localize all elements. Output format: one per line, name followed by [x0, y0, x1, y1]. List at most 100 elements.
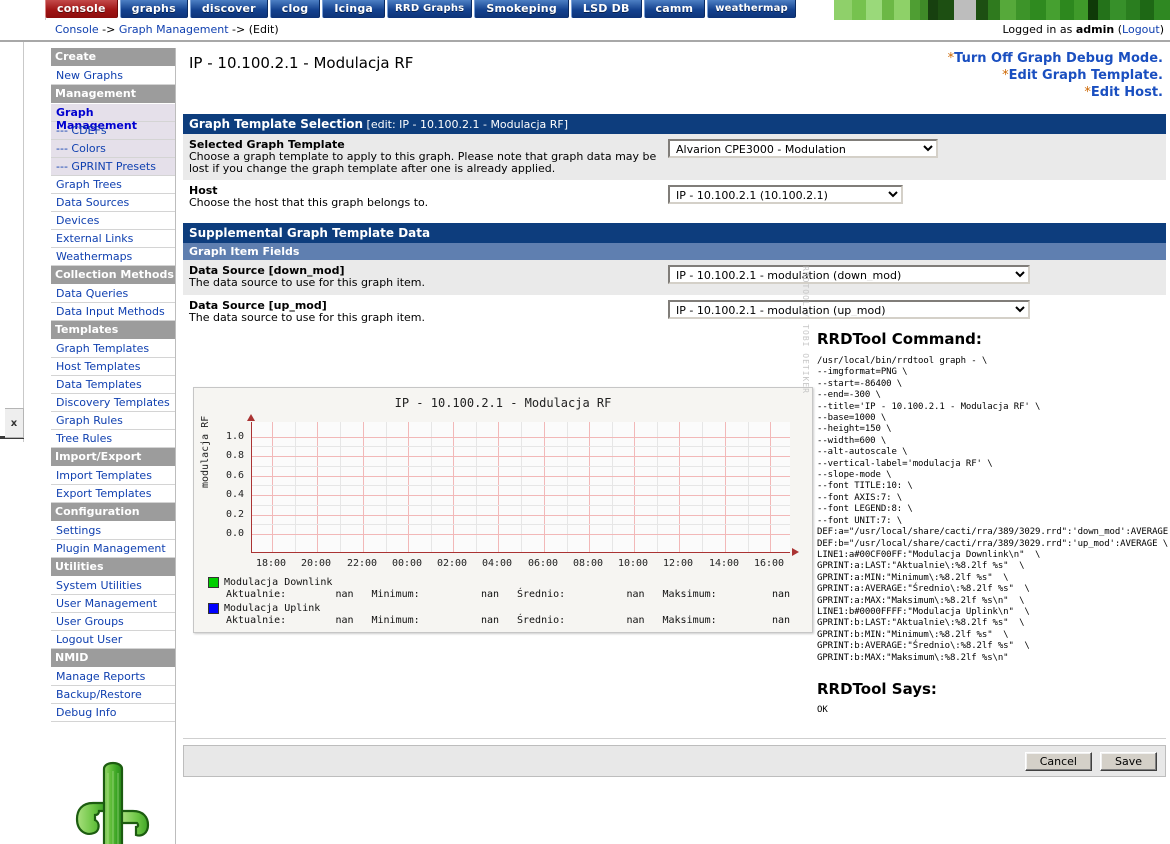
- legend-series-name: Modulacja Uplink: [224, 603, 321, 614]
- graph-vgrid: [679, 422, 680, 552]
- sidebar-item-data-templates[interactable]: Data Templates: [51, 376, 175, 394]
- rrdtool-watermark: RRDTOOL / TOBI OETIKER: [801, 266, 810, 394]
- sidebar-item-devices[interactable]: Devices: [51, 212, 175, 230]
- sidebar-item-plugin-management[interactable]: Plugin Management: [51, 540, 175, 558]
- legend-stat-value: nan: [771, 589, 790, 600]
- sidebar-item-user-groups[interactable]: User Groups: [51, 613, 175, 631]
- host-control: IP - 10.100.2.1 (10.100.2.1): [668, 184, 1166, 204]
- graph-vgrid-minor: [657, 422, 658, 552]
- page-action-0[interactable]: *Turn Off Graph Debug Mode.: [948, 50, 1163, 67]
- cacti-logo: [51, 750, 175, 844]
- breadcrumb-graph-management[interactable]: Graph Management: [119, 23, 229, 36]
- graph-vgrid: [634, 422, 635, 552]
- page-action-1[interactable]: *Edit Graph Template.: [948, 67, 1163, 84]
- legend-stat-key: Średnio:: [517, 589, 566, 600]
- sidebar-item-export-templates[interactable]: Export Templates: [51, 485, 175, 503]
- sidebar-item-debug-info[interactable]: Debug Info: [51, 704, 175, 722]
- sidebar-item-manage-reports[interactable]: Manage Reports: [51, 668, 175, 686]
- rrdtool-pane: RRDTool Command: /usr/local/bin/rrdtool …: [817, 330, 1168, 715]
- sidebar-group-header-utilities: Utilities: [51, 558, 175, 577]
- sidebar-item-host-templates[interactable]: Host Templates: [51, 358, 175, 376]
- sidebar-item-colors[interactable]: --- Colors: [51, 140, 175, 158]
- logout-link[interactable]: Logout: [1122, 23, 1160, 36]
- sidebar-item-data-input-methods[interactable]: Data Input Methods: [51, 303, 175, 321]
- sidebar-item-data-sources[interactable]: Data Sources: [51, 194, 175, 212]
- sidebar-item-graph-templates[interactable]: Graph Templates: [51, 340, 175, 358]
- sidebar-item-external-links[interactable]: External Links: [51, 230, 175, 248]
- graph-hgrid: [252, 495, 790, 496]
- graph-y-tick-label: 0.6: [225, 469, 244, 481]
- graph-hgrid-minor: [252, 485, 790, 486]
- host-description: Choose the host that this graph belongs …: [189, 196, 429, 209]
- tab-discover[interactable]: discover: [189, 0, 268, 18]
- graph-y-tick-label: 0.8: [225, 450, 244, 462]
- page-action-2[interactable]: *Edit Host.: [948, 84, 1163, 101]
- x-axis-arrow-icon: [792, 548, 799, 556]
- sidebar-group-header-management: Management: [51, 85, 175, 104]
- breadcrumb-console[interactable]: Console: [55, 23, 99, 36]
- sidebar-item-logout-user[interactable]: Logout User: [51, 631, 175, 649]
- graph-vgrid-minor: [702, 422, 703, 552]
- sidebar-item-discovery-templates[interactable]: Discovery Templates: [51, 394, 175, 412]
- graph-y-tick-label: 0.0: [225, 528, 244, 539]
- sidebar-item-system-utilities[interactable]: System Utilities: [51, 577, 175, 595]
- graph-x-tick-label: 00:00: [391, 558, 423, 569]
- host-select[interactable]: IP - 10.100.2.1 (10.100.2.1): [668, 185, 903, 204]
- data-source-up-mod-select[interactable]: IP - 10.100.2.1 - modulation (up_mod): [668, 300, 1030, 319]
- data-source-down-mod-label-cell: Data Source [down_mod] The data source t…: [183, 264, 668, 289]
- sidebar-item-new-graphs[interactable]: New Graphs: [51, 67, 175, 85]
- rrdtool-says-text: OK: [817, 704, 828, 715]
- sidebar-item-gprint-presets[interactable]: --- GPRINT Presets: [51, 158, 175, 176]
- tab-lsd-db[interactable]: LSD DB: [570, 0, 642, 18]
- save-button[interactable]: Save: [1099, 751, 1157, 771]
- left-rule: [23, 42, 24, 442]
- graph-hgrid: [252, 456, 790, 457]
- sidebar-item-graph-management[interactable]: Graph Management: [51, 104, 175, 132]
- graph-vgrid: [453, 422, 454, 552]
- graph-x-tick-label: 12:00: [662, 558, 694, 569]
- cancel-button[interactable]: Cancel: [1024, 751, 1092, 771]
- sidebar-group-header-collection-methods: Collection Methods: [51, 266, 175, 285]
- tab-camm[interactable]: camm: [643, 0, 706, 18]
- graph-y-tick-label: 0.2: [225, 508, 244, 520]
- sidebar-item-graph-rules[interactable]: Graph Rules: [51, 412, 175, 430]
- data-source-down-mod-select[interactable]: IP - 10.100.2.1 - modulation (down_mod): [668, 265, 1030, 284]
- sidebar-item-graph-trees[interactable]: Graph Trees: [51, 176, 175, 194]
- tab-strip: console graphs discover clog Icinga RRD Graph…: [45, 0, 798, 20]
- graph-hgrid: [252, 534, 790, 535]
- sidebar-collapse-button[interactable]: x: [5, 408, 24, 438]
- graph-preview[interactable]: IP - 10.100.2.1 - Modulacja RF modulacja…: [193, 266, 813, 633]
- sidebar-nav: CreateNew GraphsManagementGraph Manageme…: [51, 48, 176, 844]
- graph-vgrid: [272, 422, 273, 552]
- paren-close: ): [1159, 23, 1164, 36]
- sidebar-item-user-management[interactable]: User Management: [51, 595, 175, 613]
- tab-graphs[interactable]: graphs: [119, 0, 188, 18]
- graph-vgrid-minor: [431, 422, 432, 552]
- tab-console[interactable]: console: [45, 0, 118, 18]
- selected-graph-template-select[interactable]: Alvarion CPE3000 - Modulation: [668, 139, 938, 158]
- supplemental-title: Supplemental Graph Template Data: [189, 226, 431, 240]
- tab-rrd-graphs[interactable]: RRD Graphs: [387, 0, 473, 18]
- graph-item-fields-title: Graph Item Fields: [189, 245, 300, 258]
- sidebar-item-backup-restore[interactable]: Backup/Restore: [51, 686, 175, 704]
- graph-legend-entry: Modulacja Downlink: [208, 576, 808, 589]
- legend-series-name: Modulacja Downlink: [224, 577, 333, 588]
- graph-vgrid-minor: [521, 422, 522, 552]
- tab-weathermap[interactable]: weathermap: [707, 0, 796, 18]
- tab-smokeping[interactable]: Smokeping: [474, 0, 569, 18]
- graph-vgrid-minor: [340, 422, 341, 552]
- sidebar-group-header-import-export: Import/Export: [51, 448, 175, 467]
- sidebar-item-import-templates[interactable]: Import Templates: [51, 467, 175, 485]
- tab-icinga[interactable]: Icinga: [322, 0, 386, 18]
- legend-color-swatch-icon: [208, 577, 219, 588]
- sidebar-item-data-queries[interactable]: Data Queries: [51, 285, 175, 303]
- tab-clog[interactable]: clog: [269, 0, 321, 18]
- sidebar-item-weathermaps[interactable]: Weathermaps: [51, 248, 175, 266]
- legend-stat-value: nan: [335, 589, 354, 600]
- legend-stat-key: Średnio:: [517, 615, 566, 626]
- sidebar-item-settings[interactable]: Settings: [51, 522, 175, 540]
- sidebar-item-tree-rules[interactable]: Tree Rules: [51, 430, 175, 448]
- graph-legend-entry: Modulacja Uplink: [208, 602, 808, 615]
- selected-graph-template-description: Choose a graph template to apply to this…: [189, 150, 657, 175]
- graph-template-selection-title: Graph Template Selection: [189, 117, 364, 131]
